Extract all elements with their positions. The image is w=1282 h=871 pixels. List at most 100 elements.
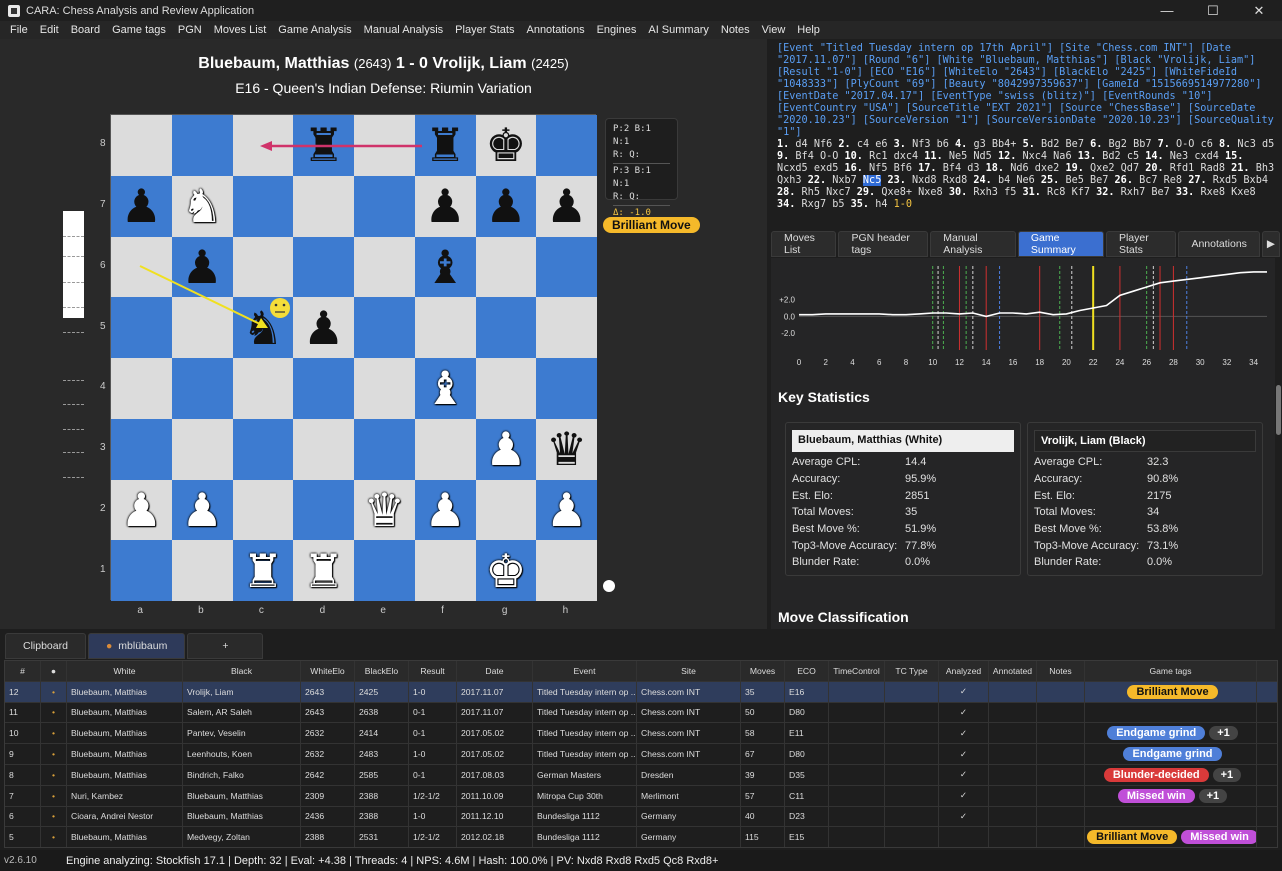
column-header[interactable]: Site: [637, 661, 741, 681]
chess-piece-e2[interactable]: ♛: [354, 480, 415, 541]
game-tag-badge[interactable]: Brilliant Move: [1087, 830, 1178, 845]
board-square: [293, 175, 354, 237]
table-cell: Bluebaum, Matthias: [67, 744, 183, 764]
chess-piece-f6[interactable]: ♝: [415, 237, 476, 298]
add-database-tab-button[interactable]: +: [187, 633, 264, 659]
chess-piece-b2[interactable]: ♟: [172, 480, 233, 541]
menu-player-stats[interactable]: Player Stats: [450, 24, 519, 36]
table-cell: Bluebaum, Matthias: [67, 723, 183, 744]
table-row[interactable]: 9 • Bluebaum, Matthias Leenhouts, Koen 2632 2…: [5, 744, 1277, 765]
table-row[interactable]: 5 • Bluebaum, Matthias Medvegy, Zoltan 2388 2…: [5, 827, 1277, 847]
column-header[interactable]: Event: [533, 661, 637, 681]
column-header[interactable]: Notes: [1037, 661, 1085, 681]
column-header[interactable]: Game tags: [1085, 661, 1257, 681]
tab-moves-list[interactable]: Moves List: [771, 231, 837, 257]
column-header[interactable]: Annotated: [989, 661, 1037, 681]
menu-view[interactable]: View: [757, 24, 791, 36]
game-tag-badge[interactable]: Missed win: [1117, 788, 1195, 803]
table-row[interactable]: 6 • Cioara, Andrei Nestor Bluebaum, Matthia…: [5, 806, 1277, 828]
tab-annotations[interactable]: Annotations: [1178, 231, 1260, 257]
database-tab-1[interactable]: ● mblübaum: [87, 633, 186, 659]
column-header[interactable]: BlackElo: [355, 661, 409, 681]
table-row[interactable]: 8 • Bluebaum, Matthias Bindrich, Falko 2642 2…: [5, 764, 1277, 786]
menu-notes[interactable]: Notes: [716, 24, 755, 36]
column-header[interactable]: TC Type: [885, 661, 939, 681]
chess-piece-f2[interactable]: ♟: [415, 480, 476, 541]
menu-edit[interactable]: Edit: [35, 24, 64, 36]
menu-board[interactable]: Board: [66, 24, 105, 36]
column-header[interactable]: Moves: [741, 661, 785, 681]
tab-manual-analysis[interactable]: Manual Analysis: [930, 231, 1016, 257]
menu-manual-analysis[interactable]: Manual Analysis: [359, 24, 449, 36]
game-tag-badge[interactable]: +1: [1209, 726, 1238, 741]
chess-piece-h7[interactable]: ♟: [536, 176, 597, 237]
column-header[interactable]: Result: [409, 661, 457, 681]
pgn-text[interactable]: [Event "Titled Tuesday intern op 17th Ap…: [771, 39, 1282, 227]
game-tag-badge[interactable]: Endgame grind: [1123, 747, 1222, 762]
tab-game-summary[interactable]: Game Summary: [1017, 231, 1104, 257]
maximize-button[interactable]: ☐: [1190, 0, 1236, 21]
table-row[interactable]: 11 • Bluebaum, Matthias Salem, AR Saleh 2643…: [5, 702, 1277, 724]
column-header[interactable]: #: [5, 661, 41, 681]
chess-piece-b7[interactable]: ♞: [172, 176, 233, 237]
tab-pgn-header-tags[interactable]: PGN header tags: [838, 231, 929, 257]
menu-help[interactable]: Help: [792, 24, 825, 36]
minimize-button[interactable]: —: [1144, 0, 1190, 21]
table-cell: ✓: [939, 681, 989, 702]
chess-piece-a7[interactable]: ♟: [111, 176, 172, 237]
menu-game-tags[interactable]: Game tags: [107, 24, 171, 36]
game-tag-badge[interactable]: +1: [1212, 767, 1242, 782]
table-row[interactable]: 10 • Bluebaum, Matthias Pantev, Veselin 2632…: [5, 723, 1277, 745]
column-header[interactable]: ECO: [785, 661, 829, 681]
chess-piece-f8[interactable]: ♜: [415, 115, 476, 176]
column-header[interactable]: WhiteElo: [301, 661, 355, 681]
table-cell: [829, 744, 885, 764]
chess-piece-b6[interactable]: ♟: [172, 237, 233, 298]
chess-piece-f4[interactable]: ♝: [415, 358, 476, 419]
table-row[interactable]: 12 • Bluebaum, Matthias Vrolijk, Liam 2643 24…: [5, 681, 1277, 703]
chess-piece-d8[interactable]: ♜: [293, 115, 354, 176]
column-header[interactable]: White: [67, 661, 183, 681]
close-button[interactable]: ✕: [1236, 0, 1282, 21]
game-tag-badge[interactable]: Missed win: [1181, 830, 1256, 845]
tab-scroll-arrow[interactable]: ▶: [1261, 231, 1280, 257]
menu-moves-list[interactable]: Moves List: [209, 24, 272, 36]
chess-piece-g8[interactable]: ♚: [476, 115, 537, 176]
chess-piece-c5[interactable]: ♞: [233, 297, 294, 358]
chess-piece-d1[interactable]: ♜: [293, 540, 354, 601]
game-tag-badge[interactable]: Blunder-decided: [1103, 767, 1209, 782]
menu-ai-summary[interactable]: AI Summary: [643, 24, 714, 36]
tab-player-stats[interactable]: Player Stats: [1105, 231, 1177, 257]
chess-piece-c1[interactable]: ♜: [233, 540, 294, 601]
chess-piece-f7[interactable]: ♟: [415, 176, 476, 237]
chess-piece-h3[interactable]: ♛: [536, 419, 597, 480]
database-tab-0[interactable]: Clipboard: [5, 633, 86, 659]
chess-piece-h2[interactable]: ♟: [536, 480, 597, 541]
chess-board[interactable]: ♜ ♜ ♚ ♟ ♞ ♟ ♟ ♟ ♟ ♝ ♞ ♟ ♝ ♟ ♛ ♟ ♟ ♛ ♟ ♟ ♜ ♜ ♚: [110, 114, 597, 601]
game-tag-badge[interactable]: Brilliant Move: [1127, 684, 1218, 699]
chess-piece-g3[interactable]: ♟: [476, 419, 537, 480]
menu-annotations[interactable]: Annotations: [521, 24, 589, 36]
column-header[interactable]: Date: [457, 661, 533, 681]
menu-engines[interactable]: Engines: [592, 24, 642, 36]
chess-piece-g7[interactable]: ♟: [476, 176, 537, 237]
chess-piece-a2[interactable]: ♟: [111, 480, 172, 541]
table-row[interactable]: 7 • Nuri, Kambez Bluebaum, Matthias 2309 2388…: [5, 785, 1277, 807]
column-header[interactable]: TimeControl: [829, 661, 885, 681]
table-cell: 2388: [355, 785, 409, 806]
chess-piece-g1[interactable]: ♚: [476, 540, 537, 601]
table-cell: [885, 681, 939, 702]
game-tag-badge[interactable]: Endgame grind: [1107, 726, 1206, 741]
summary-scrollbar[interactable]: [1275, 258, 1282, 629]
menu-game-analysis[interactable]: Game Analysis: [273, 24, 356, 36]
column-header[interactable]: Black: [183, 661, 301, 681]
evaluation-chart[interactable]: +2.00.0-2.00 2 4 6 8 10 12 14 16 18 20 22 24 26 28 30 32…: [771, 258, 1275, 373]
current-move[interactable]: Nc5: [862, 175, 882, 186]
menu-pgn[interactable]: PGN: [173, 24, 207, 36]
column-header[interactable]: ●: [41, 661, 67, 681]
eval-tick: [63, 404, 84, 405]
chess-piece-d5[interactable]: ♟: [293, 297, 354, 358]
column-header[interactable]: Analyzed: [939, 661, 989, 681]
game-tag-badge[interactable]: +1: [1198, 788, 1228, 803]
menu-file[interactable]: File: [5, 24, 33, 36]
